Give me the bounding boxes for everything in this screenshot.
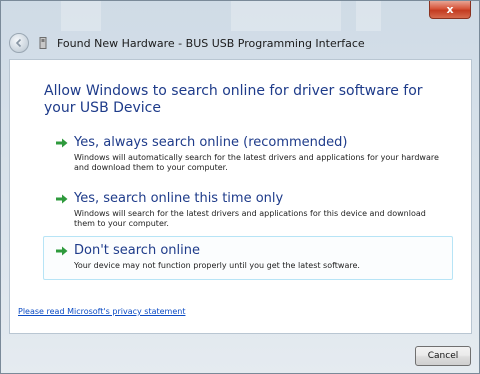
close-icon: x bbox=[446, 3, 454, 16]
option-always-search[interactable]: Yes, always search online (recommended) … bbox=[44, 129, 452, 179]
titlebar: Found New Hardware - BUS USB Programming… bbox=[9, 31, 365, 55]
back-arrow-icon bbox=[15, 38, 22, 48]
option-label: Don't search online bbox=[74, 243, 200, 258]
option-description: Windows will search for the latest drive… bbox=[74, 209, 426, 228]
page-heading: Allow Windows to search online for drive… bbox=[44, 83, 423, 116]
glass-reflection bbox=[61, 1, 101, 31]
option-description: Windows will automatically search for th… bbox=[74, 153, 439, 172]
green-arrow-icon bbox=[56, 138, 68, 148]
back-button[interactable] bbox=[9, 33, 29, 53]
wizard-window: x Found New Hardware - BUS USB Programmi… bbox=[0, 0, 480, 374]
cancel-button[interactable]: Cancel bbox=[415, 346, 471, 366]
usb-device-icon bbox=[39, 37, 47, 49]
option-description: Your device may not function properly un… bbox=[74, 261, 360, 270]
green-arrow-icon bbox=[56, 246, 68, 256]
close-button[interactable]: x bbox=[429, 1, 471, 19]
option-label: Yes, always search online (recommended) bbox=[74, 135, 348, 150]
window-title: Found New Hardware - BUS USB Programming… bbox=[57, 36, 365, 50]
option-label: Yes, search online this time only bbox=[74, 191, 284, 206]
option-dont-search[interactable]: Don't search online Your device may not … bbox=[43, 236, 453, 280]
green-arrow-icon bbox=[56, 194, 68, 204]
privacy-statement-link[interactable]: Please read Microsoft's privacy statemen… bbox=[18, 307, 185, 316]
glass-reflection bbox=[356, 1, 381, 31]
content-panel: Allow Windows to search online for drive… bbox=[9, 59, 472, 334]
option-search-once[interactable]: Yes, search online this time only Window… bbox=[44, 185, 452, 235]
glass-reflection bbox=[231, 1, 341, 31]
